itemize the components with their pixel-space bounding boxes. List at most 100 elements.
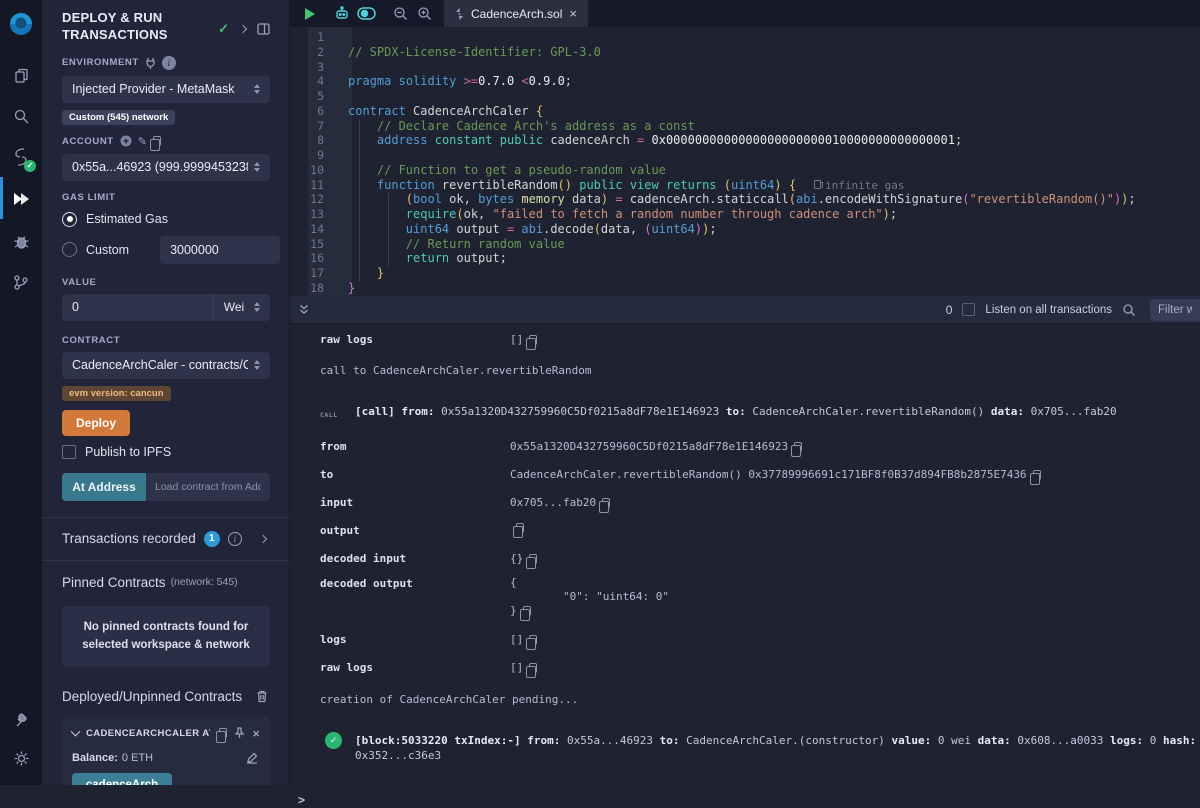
- copy-icon[interactable]: [529, 554, 537, 564]
- settings-gear-icon[interactable]: [0, 741, 42, 775]
- tab-cadencearch-sol[interactable]: CadenceArch.sol ×: [444, 0, 588, 27]
- code-line[interactable]: 6contract CadenceArchCaler {: [290, 104, 1200, 119]
- code-line[interactable]: 14 uint64 output = abi.decode(data, (uin…: [290, 222, 1200, 237]
- debugger-icon[interactable]: [0, 224, 42, 258]
- copy-icon[interactable]: [523, 606, 531, 616]
- custom-gas-radio[interactable]: [62, 242, 77, 257]
- terminal-log-row[interactable]: decoded input{}: [320, 551, 1200, 566]
- transactions-recorded-row[interactable]: Transactions recorded 1 i: [62, 518, 270, 560]
- code-line[interactable]: 4pragma solidity >=0.7.0 <0.9.0;: [290, 74, 1200, 89]
- deploy-button[interactable]: Deploy: [62, 410, 130, 436]
- environment-select[interactable]: Injected Provider - MetaMask: [62, 76, 270, 103]
- copy-icon[interactable]: [529, 335, 537, 345]
- terminal-filter-input[interactable]: [1150, 299, 1200, 321]
- code-line[interactable]: 5: [290, 89, 1200, 104]
- pin-icon[interactable]: [234, 727, 245, 739]
- tab-close-icon[interactable]: ×: [569, 6, 577, 21]
- code-line[interactable]: 17 }: [290, 266, 1200, 281]
- zoom-out-icon[interactable]: [388, 0, 412, 27]
- publish-ipfs-checkbox[interactable]: [62, 445, 76, 459]
- terminal-log-row[interactable]: call[call] from: 0x55a1320D432759960C5Df…: [320, 404, 1200, 423]
- value-unit-select[interactable]: Wei: [213, 294, 270, 321]
- code-line[interactable]: 16 return output;: [290, 251, 1200, 266]
- panel-chevron-icon[interactable]: [239, 25, 247, 33]
- account-select[interactable]: 0x55a...46923 (999.9999453238: [62, 154, 270, 181]
- plug-icon[interactable]: [145, 57, 156, 69]
- environment-info-icon[interactable]: i: [162, 56, 176, 70]
- copy-address-icon[interactable]: [219, 728, 227, 738]
- edit-account-icon[interactable]: ✎: [138, 135, 147, 148]
- contract-select[interactable]: CadenceArchCaler - contracts/Cac: [62, 352, 270, 379]
- solidity-compiler-icon[interactable]: ✓: [0, 140, 42, 174]
- copy-icon[interactable]: [1033, 470, 1041, 480]
- search-icon[interactable]: [0, 99, 42, 133]
- code-line[interactable]: 15 // Return random value: [290, 237, 1200, 252]
- terminal-log-row[interactable]: from0x55a1320D432759960C5Df0215a8dF78e1E…: [320, 439, 1200, 454]
- code-editor[interactable]: 12// SPDX-License-Identifier: GPL-3.034p…: [290, 27, 1200, 296]
- plugin-manager-icon[interactable]: [0, 701, 42, 735]
- line-number: 1: [290, 30, 334, 45]
- remix-ai-robot-icon[interactable]: [330, 0, 354, 27]
- listen-all-checkbox[interactable]: [962, 303, 975, 316]
- value-input[interactable]: 0: [62, 294, 213, 321]
- copy-icon[interactable]: [529, 635, 537, 645]
- deploy-run-icon[interactable]: [0, 182, 42, 216]
- panel-split-icon[interactable]: [257, 23, 270, 35]
- at-address-button[interactable]: At Address: [62, 473, 146, 501]
- line-number: 4: [290, 74, 334, 89]
- line-number: 11: [290, 178, 334, 193]
- run-script-icon[interactable]: [298, 0, 322, 27]
- transactions-info-icon[interactable]: i: [228, 532, 242, 546]
- publish-ipfs-option[interactable]: Publish to IPFS: [62, 445, 270, 459]
- code-line[interactable]: 12 (bool ok, bytes memory data) = cadenc…: [290, 192, 1200, 207]
- code-line[interactable]: 18}: [290, 281, 1200, 296]
- terminal-log-row[interactable]: decoded output{ "0": "uint64: 0"}: [320, 576, 1200, 618]
- terminal-log-row[interactable]: raw logs[]: [320, 660, 1200, 675]
- contract-value: CadenceArchCaler - contracts/Cac: [72, 358, 248, 372]
- code-line[interactable]: 13 require(ok, "failed to fetch a random…: [290, 207, 1200, 222]
- terminal-log-row[interactable]: call to CadenceArchCaler.revertibleRando…: [320, 363, 1200, 378]
- remix-logo[interactable]: [0, 0, 42, 50]
- terminal-log-row[interactable]: input0x705...fab20: [320, 495, 1200, 510]
- code-line[interactable]: 3: [290, 60, 1200, 75]
- estimated-gas-option[interactable]: Estimated Gas: [62, 212, 270, 227]
- close-card-icon[interactable]: ×: [252, 726, 260, 741]
- code-line[interactable]: 8 address constant public cadenceArch = …: [290, 133, 1200, 148]
- card-collapse-icon[interactable]: [71, 727, 81, 737]
- copy-icon[interactable]: [602, 498, 610, 508]
- code-line[interactable]: 10 // Function to get a pseudo-random va…: [290, 163, 1200, 178]
- git-icon[interactable]: [0, 265, 42, 299]
- terminal-log-row[interactable]: ✓[block:5033220 txIndex:-] from: 0x55a..…: [320, 733, 1200, 763]
- terminal-log-row[interactable]: toCadenceArchCaler.revertibleRandom() 0x…: [320, 467, 1200, 482]
- line-number: 14: [290, 222, 334, 237]
- code-line[interactable]: 1: [290, 30, 1200, 45]
- terminal-prompt[interactable]: >: [298, 793, 1200, 808]
- trash-icon[interactable]: [256, 690, 268, 703]
- at-address-input[interactable]: [146, 473, 270, 501]
- edit-balance-icon[interactable]: [246, 752, 258, 764]
- code-line[interactable]: 2// SPDX-License-Identifier: GPL-3.0: [290, 45, 1200, 60]
- transactions-expand-icon[interactable]: [259, 535, 267, 543]
- terminal-log-row[interactable]: output: [320, 523, 1200, 538]
- custom-gas-option[interactable]: Custom: [62, 236, 270, 264]
- terminal-search-icon[interactable]: [1122, 303, 1136, 317]
- terminal-log-row[interactable]: creation of CadenceArchCaler pending...: [320, 692, 1200, 707]
- copy-account-icon[interactable]: [153, 136, 161, 146]
- code-line[interactable]: 9: [290, 148, 1200, 163]
- toggle-widget-icon[interactable]: [354, 0, 378, 27]
- estimated-gas-radio[interactable]: [62, 212, 77, 227]
- zoom-in-icon[interactable]: [412, 0, 436, 27]
- contract-method-button[interactable]: cadenceArch: [72, 773, 172, 785]
- add-account-icon[interactable]: [120, 135, 132, 147]
- terminal-log-row[interactable]: raw logs[]: [320, 332, 1200, 347]
- copy-icon[interactable]: [529, 663, 537, 673]
- custom-gas-input[interactable]: [160, 236, 280, 264]
- copy-icon[interactable]: [794, 442, 802, 452]
- expand-terminal-icon[interactable]: [298, 303, 310, 316]
- code-line[interactable]: 7 // Declare Cadence Arch's address as a…: [290, 119, 1200, 134]
- copy-icon[interactable]: [516, 523, 524, 533]
- evm-version-badge: evm version: cancun: [62, 386, 171, 401]
- file-explorer-icon[interactable]: [0, 58, 42, 92]
- terminal-log-row[interactable]: logs[]: [320, 632, 1200, 647]
- code-line[interactable]: 11 function revertibleRandom() public vi…: [290, 178, 1200, 193]
